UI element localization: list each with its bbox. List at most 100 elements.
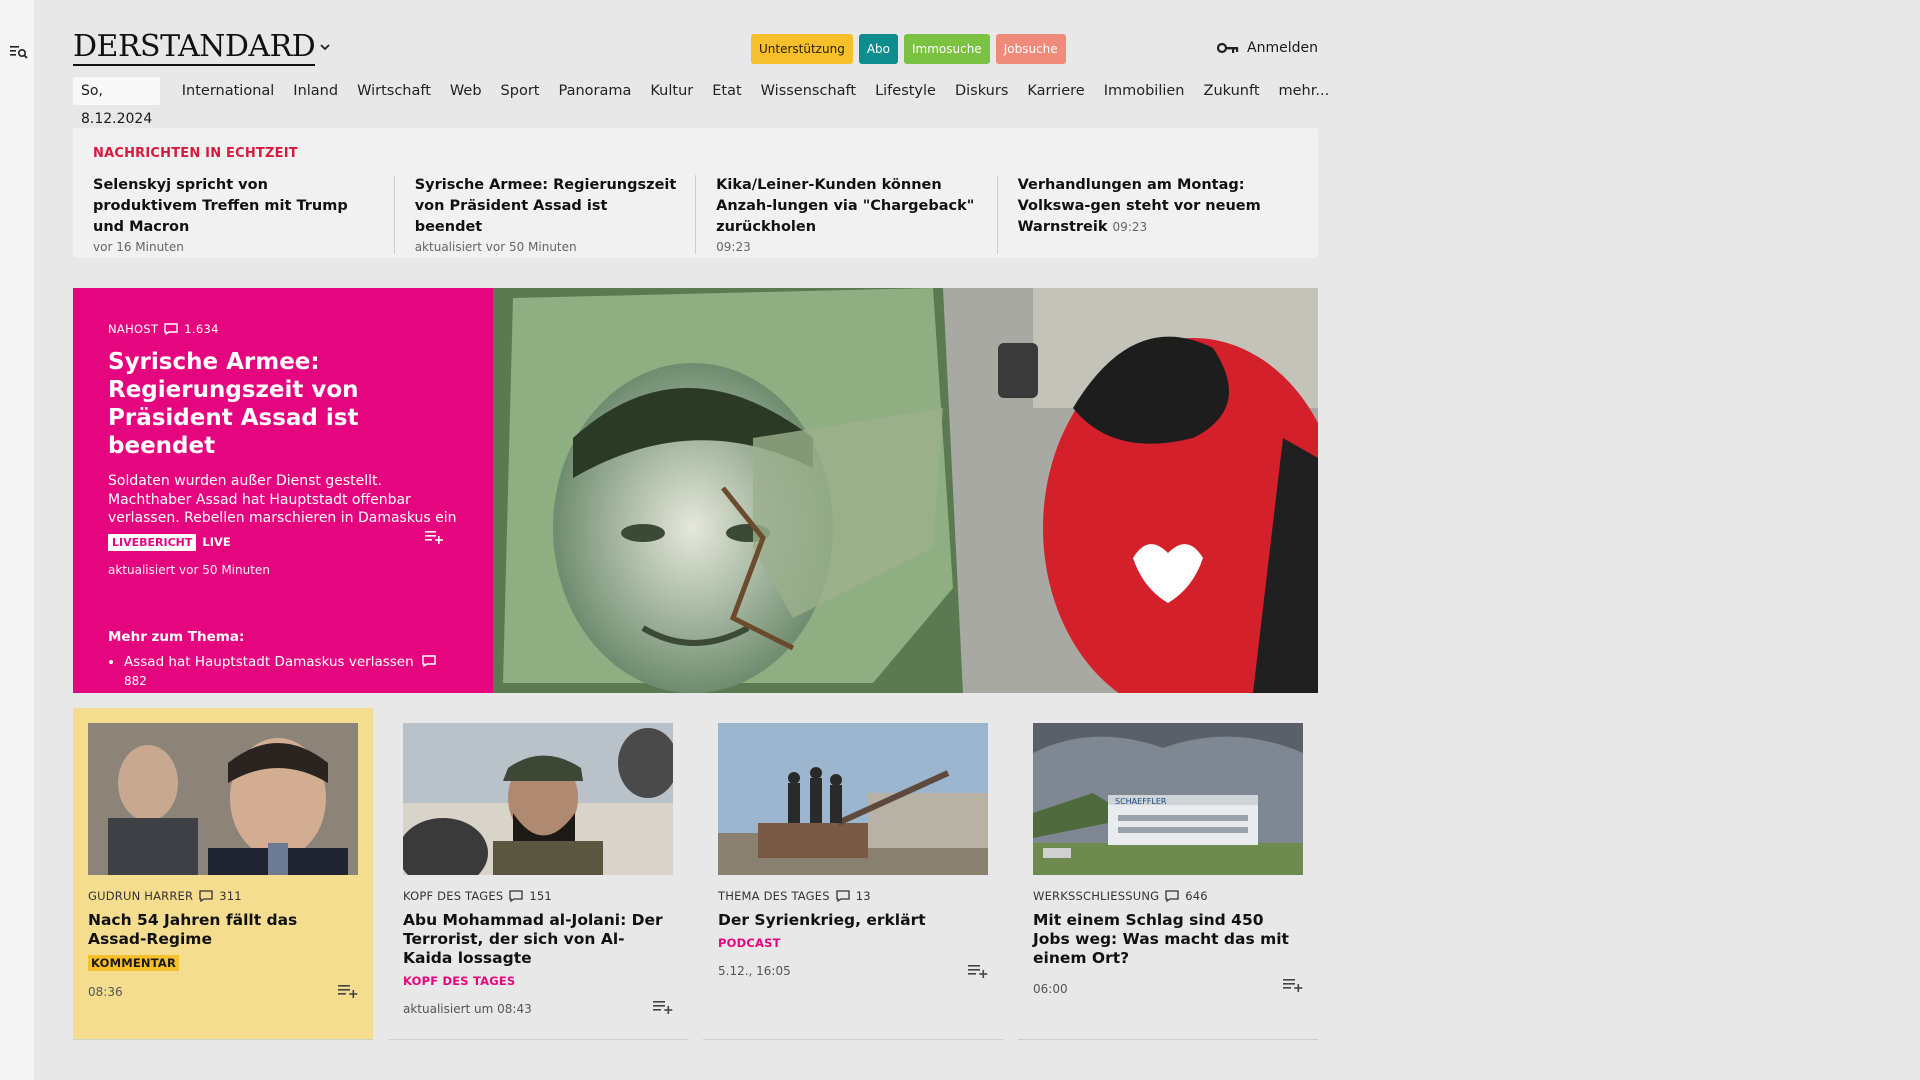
ticker-item[interactable]: Verhandlungen am Montag: Volkswa-gen ste… (996, 175, 1298, 254)
add-to-playlist-icon[interactable] (1283, 978, 1303, 992)
ticker-time: vor 16 Minuten (93, 240, 184, 254)
nav-item-diskurs[interactable]: Diskurs (955, 83, 1008, 99)
card-comment-count[interactable]: 13 (856, 889, 871, 903)
nav-item-wirtschaft[interactable]: Wirtschaft (357, 83, 431, 99)
hero-kicker: NAHOST 1.634 (108, 322, 458, 336)
nav-item-zukunft[interactable]: Zukunft (1204, 83, 1260, 99)
ticker-item[interactable]: Selenskyj spricht von produktivem Treffe… (93, 175, 394, 254)
teaser-cards: GUDRUN HARRER 311 Nach 54 Jahren fällt d… (73, 708, 1318, 1040)
immosuche-button[interactable]: Immosuche (903, 34, 990, 64)
ticker-item[interactable]: Kika/Leiner-Kunden können Anzah-lungen v… (695, 175, 996, 254)
ticker-headline: Kika/Leiner-Kunden können Anzah-lungen v… (716, 177, 975, 235)
live-ticker: NACHRICHTEN IN ECHTZEIT Selenskyj sprich… (73, 128, 1318, 258)
nav-item-inland[interactable]: Inland (293, 83, 338, 99)
card-comment-count[interactable]: 311 (219, 889, 242, 903)
podcast-label: PODCAST (718, 936, 781, 950)
card-kicker: KOPF DES TAGES 151 (403, 889, 673, 903)
article-card[interactable]: THEMA DES TAGES 13 Der Syrienkrieg, erkl… (703, 708, 1003, 1040)
nav-item-immobilien[interactable]: Immobilien (1104, 83, 1185, 99)
hero-headline[interactable]: Syrische Armee: Regierungszeit von Präsi… (108, 348, 458, 460)
add-to-playlist-icon[interactable] (653, 1000, 673, 1014)
ticker-headline: Verhandlungen am Montag: Volkswa-gen ste… (1018, 175, 1280, 238)
card-kicker-label: KOPF DES TAGES (403, 889, 504, 903)
card-kicker: GUDRUN HARRER 311 (88, 889, 358, 903)
more-on-topic-heading: Mehr zum Thema: (108, 628, 245, 645)
card-headline[interactable]: Mit einem Schlag sind 450 Jobs weg: Was … (1033, 911, 1303, 968)
page: DERSTANDARD Unterstützung Abo Immosuche … (73, 0, 1329, 1040)
live-badge: LIVE (202, 535, 231, 549)
add-to-playlist-icon[interactable] (338, 984, 358, 998)
nav-item-more[interactable]: mehr... (1279, 83, 1330, 99)
comment-icon (509, 890, 523, 902)
add-to-playlist-icon[interactable] (425, 530, 443, 544)
card-headline[interactable]: Der Syrienkrieg, erklärt (718, 911, 988, 930)
card-kicker-label: THEMA DES TAGES (718, 889, 830, 903)
nav-item-lifestyle[interactable]: Lifestyle (875, 83, 936, 99)
comment-icon (836, 890, 850, 902)
factory-sign-text: SCHAEFFLER (1115, 797, 1167, 806)
nav-item-panorama[interactable]: Panorama (558, 83, 631, 99)
nav-item-wissenschaft[interactable]: Wissenschaft (761, 83, 856, 99)
card-comment-count[interactable]: 646 (1185, 889, 1208, 903)
card-headline[interactable]: Abu Mohammad al-Jolani: Der Terrorist, d… (403, 911, 673, 968)
current-date: So, 8.12.2024 (73, 77, 161, 127)
login-label: Anmelden (1247, 40, 1318, 56)
key-icon (1217, 42, 1239, 54)
nav-item-international[interactable]: International (182, 83, 275, 99)
card-kicker-label: GUDRUN HARRER (88, 889, 194, 903)
ticker-headline: Syrische Armee: Regierungszeit von Präsi… (414, 177, 677, 235)
jobsuche-button[interactable]: Jobsuche (995, 34, 1066, 64)
hero-comment-count[interactable]: 1.634 (184, 322, 218, 336)
card-photo: SCHAEFFLER (1033, 723, 1303, 875)
card-kicker: THEMA DES TAGES 13 (718, 889, 988, 903)
article-thumbnail[interactable] (88, 723, 358, 875)
card-photo (403, 723, 673, 875)
card-timestamp: aktualisiert um 08:43 (403, 1002, 532, 1016)
ticker-time: 09:23 (1112, 220, 1148, 234)
article-thumbnail[interactable] (718, 723, 988, 875)
hero-lead: Soldaten wurden außer Dienst gestellt. M… (108, 473, 457, 526)
nav-item-etat[interactable]: Etat (712, 83, 741, 99)
menu-search-icon[interactable] (10, 44, 28, 60)
more-on-topic-comments: 882 (124, 673, 147, 688)
article-thumbnail[interactable]: SCHAEFFLER (1033, 723, 1303, 875)
site-header: DERSTANDARD Unterstützung Abo Immosuche … (73, 0, 1318, 72)
hero-kicker-label: NAHOST (108, 322, 159, 336)
nav-item-karriere[interactable]: Karriere (1027, 83, 1084, 99)
ticker-list: Selenskyj spricht von produktivem Treffe… (93, 175, 1298, 254)
hero-photo (493, 288, 1318, 693)
ticker-item[interactable]: Syrische Armee: Regierungszeit von Präsi… (393, 175, 695, 254)
article-card[interactable]: SCHAEFFLER WERKSSCHLIESSUNG 646 Mit eine… (1018, 708, 1318, 1040)
card-kicker-label: WERKSSCHLIESSUNG (1033, 889, 1160, 903)
card-timestamp: 5.12., 16:05 (718, 964, 791, 978)
abo-button[interactable]: Abo (858, 34, 898, 64)
article-thumbnail[interactable] (403, 723, 673, 875)
nav-item-web[interactable]: Web (450, 83, 482, 99)
card-headline[interactable]: Nach 54 Jahren fällt das Assad-Regime (88, 911, 358, 949)
card-comment-count[interactable]: 151 (529, 889, 552, 903)
site-logo[interactable]: DERSTANDARD (73, 30, 316, 66)
add-to-playlist-icon[interactable] (968, 964, 988, 978)
main-nav: So, 8.12.2024 International Inland Wirts… (73, 76, 1339, 127)
card-photo (718, 723, 988, 875)
comment-icon (422, 654, 436, 667)
login-button[interactable]: Anmelden (1217, 40, 1318, 56)
hero-image[interactable] (493, 288, 1318, 693)
article-card[interactable]: KOPF DES TAGES 151 Abu Mohammad al-Jolan… (388, 708, 688, 1040)
nav-item-kultur[interactable]: Kultur (650, 83, 693, 99)
more-on-topic-link[interactable]: Assad hat Hauptstadt Damaskus verlassen (124, 654, 414, 670)
support-button[interactable]: Unterstützung (751, 34, 853, 64)
card-category-label: KOPF DES TAGES (403, 974, 516, 988)
comment-icon (199, 890, 213, 902)
article-card[interactable]: GUDRUN HARRER 311 Nach 54 Jahren fällt d… (73, 708, 373, 1040)
more-on-topic-list: Assad hat Hauptstadt Damaskus verlassen … (108, 653, 458, 691)
ticker-title: NACHRICHTEN IN ECHTZEIT (93, 146, 298, 161)
ticker-time: aktualisiert vor 50 Minuten (414, 240, 577, 254)
kommentar-badge: KOMMENTAR (88, 955, 180, 971)
card-photo (88, 723, 358, 875)
chevron-down-icon[interactable] (318, 40, 332, 54)
comment-icon (1165, 890, 1179, 902)
nav-item-sport[interactable]: Sport (501, 83, 540, 99)
side-strip (0, 0, 34, 1080)
more-on-topic-item[interactable]: Assad hat Hauptstadt Damaskus verlassen … (124, 653, 458, 691)
